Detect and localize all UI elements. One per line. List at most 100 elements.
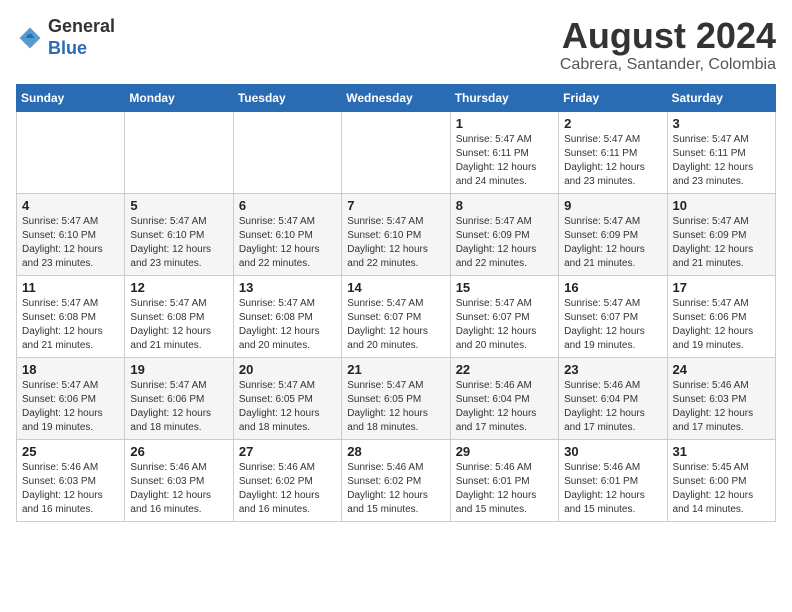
day-number: 12	[130, 280, 227, 295]
table-row: 26 Sunrise: 5:46 AMSunset: 6:03 PMDayligh…	[125, 439, 233, 521]
day-info: Sunrise: 5:47 AMSunset: 6:06 PMDaylight:…	[130, 379, 227, 435]
day-number: 22	[456, 362, 553, 377]
table-row: 15 Sunrise: 5:47 AMSunset: 6:07 PMDayligh…	[450, 275, 558, 357]
day-info: Sunrise: 5:46 AMSunset: 6:01 PMDaylight:…	[564, 461, 661, 517]
day-info: Sunrise: 5:46 AMSunset: 6:02 PMDaylight:…	[347, 461, 444, 517]
table-row: 28 Sunrise: 5:46 AMSunset: 6:02 PMDayligh…	[342, 439, 450, 521]
day-info: Sunrise: 5:47 AMSunset: 6:08 PMDaylight:…	[130, 297, 227, 353]
day-number: 24	[673, 362, 770, 377]
table-row: 30Sunrise: 5:46 AMSunset: 6:01 PMDayligh…	[559, 439, 667, 521]
logo-text: General Blue	[48, 16, 115, 59]
day-number: 14	[347, 280, 444, 295]
day-info: Sunrise: 5:46 AMSunset: 6:03 PMDaylight:…	[130, 461, 227, 517]
calendar-week-row: 18 Sunrise: 5:47 AMSunset: 6:06 PMDayligh…	[17, 357, 776, 439]
day-info: Sunrise: 5:47 AMSunset: 6:10 PMDaylight:…	[130, 215, 227, 271]
table-row: 6 Sunrise: 5:47 AMSunset: 6:10 PMDaylight…	[233, 193, 341, 275]
day-info: Sunrise: 5:47 AMSunset: 6:07 PMDaylight:…	[456, 297, 553, 353]
logo-icon	[16, 24, 44, 52]
table-row: 7 Sunrise: 5:47 AMSunset: 6:10 PMDaylight…	[342, 193, 450, 275]
title-area: August 2024 Cabrera, Santander, Colombia	[560, 16, 776, 74]
calendar-table: Sunday Monday Tuesday Wednesday Thursday…	[16, 84, 776, 522]
table-row: 16 Sunrise: 5:47 AMSunset: 6:07 PMDayligh…	[559, 275, 667, 357]
calendar-week-row: 11 Sunrise: 5:47 AMSunset: 6:08 PMDayligh…	[17, 275, 776, 357]
day-number: 29	[456, 444, 553, 459]
header-friday: Friday	[559, 84, 667, 111]
calendar-header-row: Sunday Monday Tuesday Wednesday Thursday…	[17, 84, 776, 111]
logo-general: General	[48, 16, 115, 36]
day-info: Sunrise: 5:47 AMSunset: 6:10 PMDaylight:…	[239, 215, 336, 271]
day-info: Sunrise: 5:47 AMSunset: 6:10 PMDaylight:…	[22, 215, 119, 271]
table-row: 11 Sunrise: 5:47 AMSunset: 6:08 PMDayligh…	[17, 275, 125, 357]
day-number: 16	[564, 280, 661, 295]
day-info: Sunrise: 5:46 AMSunset: 6:03 PMDaylight:…	[673, 379, 770, 435]
day-number: 5	[130, 198, 227, 213]
day-number: 2	[564, 116, 661, 131]
table-row: 14 Sunrise: 5:47 AMSunset: 6:07 PMDayligh…	[342, 275, 450, 357]
table-row: 4 Sunrise: 5:47 AMSunset: 6:10 PMDaylight…	[17, 193, 125, 275]
table-row: 31Sunrise: 5:45 AMSunset: 6:00 PMDayligh…	[667, 439, 775, 521]
day-number: 8	[456, 198, 553, 213]
day-number: 6	[239, 198, 336, 213]
table-row: 2 Sunrise: 5:47 AMSunset: 6:11 PMDaylight…	[559, 111, 667, 193]
table-row: 18Sunrise: 5:47 AMSunset: 6:06 PMDayligh…	[17, 357, 125, 439]
day-info: Sunrise: 5:47 AMSunset: 6:06 PMDaylight:…	[673, 297, 770, 353]
day-info: Sunrise: 5:46 AMSunset: 6:04 PMDaylight:…	[456, 379, 553, 435]
table-row: 3Sunrise: 5:47 AMSunset: 6:11 PMDaylight…	[667, 111, 775, 193]
day-number: 18	[22, 362, 119, 377]
day-info: Sunrise: 5:47 AMSunset: 6:09 PMDaylight:…	[564, 215, 661, 271]
table-row: 23Sunrise: 5:46 AMSunset: 6:04 PMDayligh…	[559, 357, 667, 439]
day-number: 28	[347, 444, 444, 459]
day-info: Sunrise: 5:47 AMSunset: 6:11 PMDaylight:…	[673, 133, 770, 189]
day-info: Sunrise: 5:47 AMSunset: 6:11 PMDaylight:…	[456, 133, 553, 189]
day-number: 21	[347, 362, 444, 377]
day-number: 4	[22, 198, 119, 213]
day-number: 9	[564, 198, 661, 213]
table-row	[17, 111, 125, 193]
table-row: 12 Sunrise: 5:47 AMSunset: 6:08 PMDayligh…	[125, 275, 233, 357]
header-sunday: Sunday	[17, 84, 125, 111]
table-row: 1 Sunrise: 5:47 AMSunset: 6:11 PMDaylight…	[450, 111, 558, 193]
day-info: Sunrise: 5:47 AMSunset: 6:07 PMDaylight:…	[347, 297, 444, 353]
header-thursday: Thursday	[450, 84, 558, 111]
day-info: Sunrise: 5:46 AMSunset: 6:03 PMDaylight:…	[22, 461, 119, 517]
calendar-week-row: 1 Sunrise: 5:47 AMSunset: 6:11 PMDaylight…	[17, 111, 776, 193]
day-info: Sunrise: 5:47 AMSunset: 6:07 PMDaylight:…	[564, 297, 661, 353]
day-info: Sunrise: 5:47 AMSunset: 6:10 PMDaylight:…	[347, 215, 444, 271]
day-info: Sunrise: 5:47 AMSunset: 6:09 PMDaylight:…	[456, 215, 553, 271]
table-row: 27Sunrise: 5:46 AMSunset: 6:02 PMDayligh…	[233, 439, 341, 521]
table-row	[342, 111, 450, 193]
logo: General Blue	[16, 16, 115, 59]
day-number: 23	[564, 362, 661, 377]
table-row: 9 Sunrise: 5:47 AMSunset: 6:09 PMDaylight…	[559, 193, 667, 275]
table-row: 24 Sunrise: 5:46 AMSunset: 6:03 PMDayligh…	[667, 357, 775, 439]
calendar-subtitle: Cabrera, Santander, Colombia	[560, 56, 776, 74]
table-row: 17Sunrise: 5:47 AMSunset: 6:06 PMDayligh…	[667, 275, 775, 357]
table-row	[125, 111, 233, 193]
table-row: 29Sunrise: 5:46 AMSunset: 6:01 PMDayligh…	[450, 439, 558, 521]
table-row: 13 Sunrise: 5:47 AMSunset: 6:08 PMDayligh…	[233, 275, 341, 357]
header-monday: Monday	[125, 84, 233, 111]
day-number: 27	[239, 444, 336, 459]
day-number: 20	[239, 362, 336, 377]
day-info: Sunrise: 5:47 AMSunset: 6:08 PMDaylight:…	[239, 297, 336, 353]
day-info: Sunrise: 5:47 AMSunset: 6:08 PMDaylight:…	[22, 297, 119, 353]
day-info: Sunrise: 5:47 AMSunset: 6:09 PMDaylight:…	[673, 215, 770, 271]
day-number: 15	[456, 280, 553, 295]
table-row: 22 Sunrise: 5:46 AMSunset: 6:04 PMDayligh…	[450, 357, 558, 439]
table-row: 21Sunrise: 5:47 AMSunset: 6:05 PMDayligh…	[342, 357, 450, 439]
day-number: 31	[673, 444, 770, 459]
page-header: General Blue August 2024 Cabrera, Santan…	[16, 16, 776, 74]
logo-blue: Blue	[48, 38, 87, 58]
day-info: Sunrise: 5:47 AMSunset: 6:11 PMDaylight:…	[564, 133, 661, 189]
day-number: 1	[456, 116, 553, 131]
day-number: 25	[22, 444, 119, 459]
table-row: 10Sunrise: 5:47 AMSunset: 6:09 PMDayligh…	[667, 193, 775, 275]
table-row: 8 Sunrise: 5:47 AMSunset: 6:09 PMDaylight…	[450, 193, 558, 275]
table-row: 25 Sunrise: 5:46 AMSunset: 6:03 PMDayligh…	[17, 439, 125, 521]
day-number: 26	[130, 444, 227, 459]
table-row	[233, 111, 341, 193]
day-number: 13	[239, 280, 336, 295]
header-tuesday: Tuesday	[233, 84, 341, 111]
day-number: 11	[22, 280, 119, 295]
day-number: 7	[347, 198, 444, 213]
